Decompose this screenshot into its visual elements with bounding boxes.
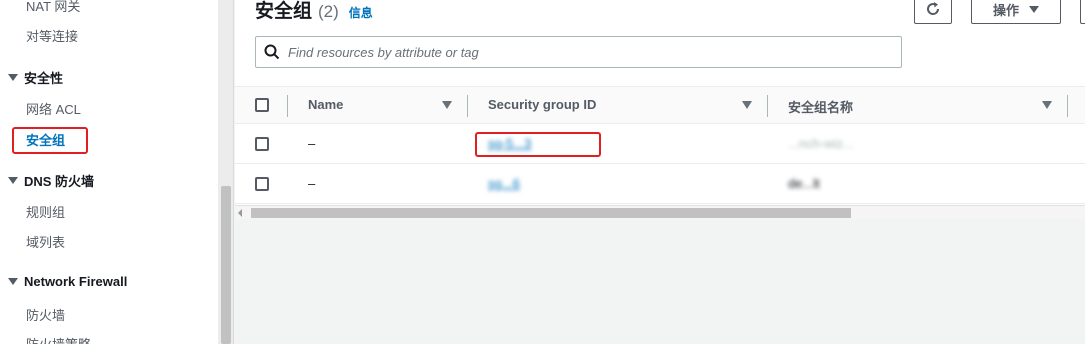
caret-down-icon bbox=[8, 278, 18, 285]
scroll-left-arrow-icon[interactable] bbox=[238, 209, 242, 217]
cell-group-name: de...lt bbox=[788, 176, 820, 191]
cell-name: – bbox=[308, 136, 316, 151]
column-divider[interactable] bbox=[767, 95, 768, 117]
sidebar-section-network-firewall[interactable]: Network Firewall bbox=[8, 274, 127, 289]
column-divider[interactable] bbox=[467, 95, 468, 117]
actions-label: 操作 bbox=[992, 2, 1019, 18]
sidebar-item-nat-gateway[interactable]: NAT 网关 bbox=[26, 0, 80, 15]
sidebar-section-label: 安全性 bbox=[24, 71, 64, 86]
table-row[interactable]: – sg...6 de...lt bbox=[235, 164, 1085, 204]
cell-security-group-id-link[interactable]: sg...6 bbox=[488, 176, 520, 191]
sidebar-item-rule-groups[interactable]: 规则组 bbox=[26, 202, 65, 221]
app-root: NAT 网关 对等连接 安全性 网络 ACL 安全组 DNS 防火墙 规则组 域… bbox=[0, 0, 1085, 344]
horizontal-scrollbar-thumb[interactable] bbox=[251, 208, 851, 218]
cell-name: – bbox=[308, 176, 316, 191]
sort-icon[interactable] bbox=[1042, 101, 1052, 109]
sidebar-section-security[interactable]: 安全性 bbox=[8, 68, 63, 87]
search-bar[interactable] bbox=[255, 36, 902, 68]
main-content: 安全组 (2) 信息 操作 Find resources by attribut… bbox=[235, 0, 1085, 344]
sidebar-item-network-acl[interactable]: 网络 ACL bbox=[26, 99, 81, 118]
column-header-name[interactable]: Name bbox=[308, 97, 343, 112]
caret-down-icon bbox=[8, 177, 18, 184]
sidebar-section-label: Network Firewall bbox=[24, 274, 128, 289]
sort-icon[interactable] bbox=[742, 101, 752, 109]
annotation-highlight-box bbox=[12, 127, 88, 154]
search-input[interactable] bbox=[288, 44, 888, 60]
resource-count: (2) bbox=[318, 2, 339, 21]
sidebar-scrollbar-thumb[interactable] bbox=[221, 186, 231, 344]
column-header-group-name[interactable]: 安全组名称 bbox=[788, 97, 853, 116]
create-button-partial[interactable] bbox=[1080, 0, 1085, 24]
refresh-button[interactable] bbox=[914, 0, 952, 24]
annotation-highlight-box bbox=[475, 132, 601, 157]
row-checkbox[interactable] bbox=[255, 177, 269, 191]
caret-down-icon bbox=[8, 74, 18, 81]
actions-dropdown-button[interactable]: 操作 bbox=[971, 0, 1061, 24]
refresh-icon bbox=[927, 2, 940, 15]
select-all-checkbox[interactable] bbox=[255, 98, 269, 112]
panel-header: 安全组 (2) 信息 bbox=[255, 0, 373, 23]
info-link[interactable]: 信息 bbox=[349, 4, 373, 21]
column-divider[interactable] bbox=[1067, 95, 1068, 117]
table-header: Name Security group ID 安全组名称 bbox=[235, 86, 1085, 124]
sidebar-item-domain-lists[interactable]: 域列表 bbox=[26, 232, 65, 251]
table-row[interactable]: – sg-5...3 ...nch-wiz... bbox=[235, 124, 1085, 164]
sidebar-section-dns-firewall[interactable]: DNS 防火墙 bbox=[8, 171, 94, 190]
column-header-security-group-id[interactable]: Security group ID bbox=[488, 97, 596, 112]
row-checkbox[interactable] bbox=[255, 137, 269, 151]
sidebar-section-label: DNS 防火墙 bbox=[24, 174, 95, 189]
horizontal-scrollbar[interactable] bbox=[235, 205, 1085, 219]
cell-group-name: ...nch-wiz... bbox=[788, 136, 854, 151]
sort-icon[interactable] bbox=[442, 101, 452, 109]
column-divider[interactable] bbox=[287, 95, 288, 117]
caret-down-icon bbox=[1029, 5, 1039, 13]
security-groups-panel: 安全组 (2) 信息 操作 Find resources by attribut… bbox=[235, 0, 1085, 205]
search-icon bbox=[264, 44, 280, 60]
page-title: 安全组 bbox=[255, 1, 313, 22]
sidebar-item-firewall-policies[interactable]: 防火墙策略 bbox=[26, 334, 91, 344]
sidebar-item-firewalls[interactable]: 防火墙 bbox=[26, 305, 65, 324]
sidebar: NAT 网关 对等连接 安全性 网络 ACL 安全组 DNS 防火墙 规则组 域… bbox=[0, 0, 218, 344]
sidebar-item-peering[interactable]: 对等连接 bbox=[26, 26, 78, 45]
